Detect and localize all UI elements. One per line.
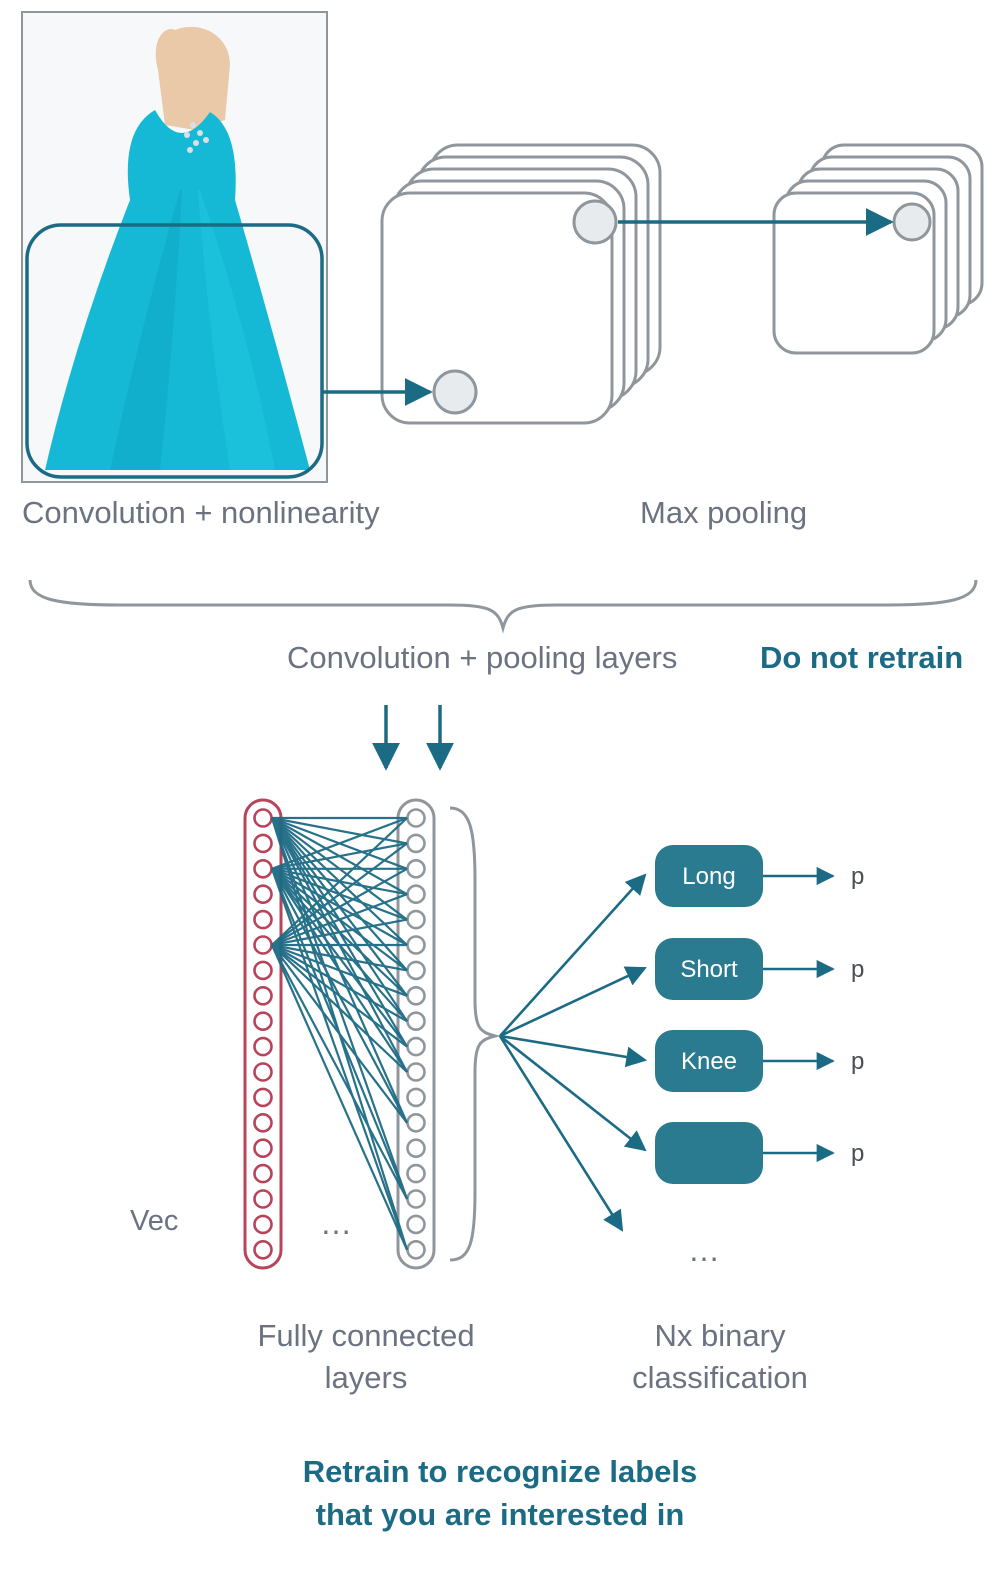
input-image xyxy=(22,12,327,482)
cls-ellipsis: … xyxy=(688,1232,724,1269)
cnn-top-diagram xyxy=(0,0,1000,700)
probability-label: p xyxy=(851,1140,864,1167)
max-pool-label: Max pooling xyxy=(640,495,807,531)
nx-binary-label: Nx binaryclassification xyxy=(600,1315,840,1399)
conv-nonlin-label: Convolution + nonlinearity xyxy=(22,495,380,531)
probability-label: p xyxy=(851,1048,864,1075)
conv-stack-2 xyxy=(774,145,982,353)
fc-bottom-diagram: Long p Short p Knee p p xyxy=(0,700,1000,1420)
retrain-label: Retrain to recognize labelsthat you are … xyxy=(0,1450,1000,1537)
do-not-retrain-label: Do not retrain xyxy=(760,640,963,676)
class-box-label: Long xyxy=(682,863,735,890)
probability-label: p xyxy=(851,956,864,983)
fc-layers-label: Fully connectedlayers xyxy=(236,1315,496,1399)
conv-stack-1 xyxy=(382,145,660,423)
fc-ellipsis: … xyxy=(320,1205,356,1242)
class-box-label: Short xyxy=(680,956,738,983)
probability-label: p xyxy=(851,863,864,890)
vec-label: Vec xyxy=(130,1205,178,1238)
class-box-label: Knee xyxy=(681,1048,737,1075)
classifier-boxes: Long p Short p Knee p p xyxy=(655,845,864,1184)
conv-pool-layers-label: Convolution + pooling layers xyxy=(287,640,677,676)
